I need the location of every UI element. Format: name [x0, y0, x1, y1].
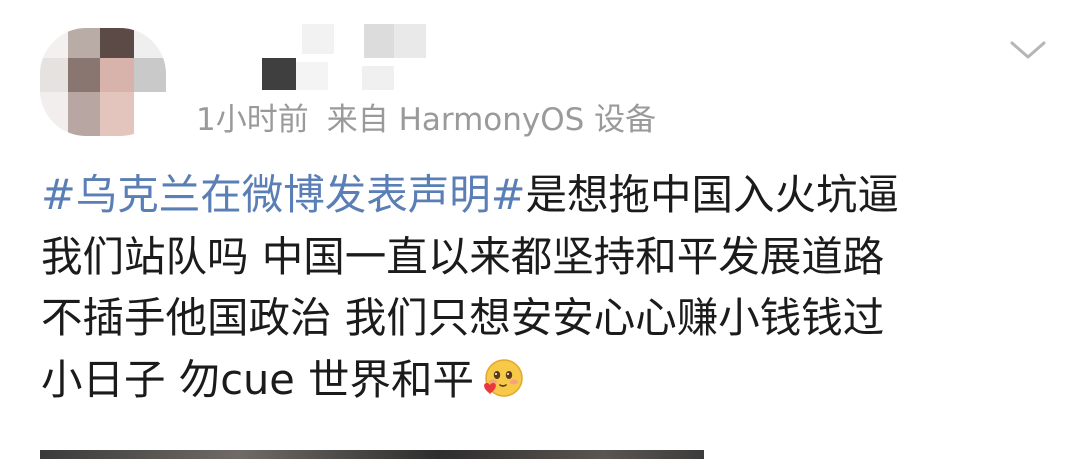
topic-link[interactable]: #乌克兰在微博发表声明# [41, 170, 526, 219]
avatar-mosaic-cell [134, 58, 166, 92]
avatar-mosaic-cell [134, 28, 166, 58]
avatar-mosaic-cell [68, 92, 100, 136]
username-mosaic-cell [394, 24, 426, 58]
username-mosaic-cell [362, 66, 394, 90]
username-mosaic-cell [262, 58, 296, 90]
chevron-down-icon[interactable] [1006, 34, 1050, 66]
avatar-mosaic-cell [100, 28, 134, 58]
post-text: #乌克兰在微博发表声明#是想拖中国入火坑逼 我们站队吗 中国一直以来都坚持和平发… [41, 164, 1051, 410]
username-mosaic-cell [296, 62, 328, 90]
post-line: 不插手他国政治 我们只想安安心心赚小钱钱过 [41, 293, 885, 342]
avatar-mosaic-cell [68, 58, 100, 92]
post-meta: 1小时前 来自 HarmonyOS 设备 [196, 100, 656, 140]
avatar[interactable] [40, 28, 166, 136]
post-line: 我们站队吗 中国一直以来都坚持和平发展道路 [41, 231, 885, 281]
avatar-mosaic-cell [40, 92, 68, 136]
avatar-mosaic-cell [100, 58, 134, 92]
post-time: 1小时前 [196, 102, 309, 138]
post-text-segment: 是想拖中国入火坑逼 [525, 170, 900, 219]
post-text-segment: 小日子 勿cue 世界和平 [41, 354, 475, 404]
avatar-mosaic-cell [68, 28, 100, 58]
post-image-preview[interactable] [40, 450, 704, 459]
post-line: #乌克兰在微博发表声明#是想拖中国入火坑逼 [41, 164, 1051, 226]
avatar-mosaic-cell [134, 92, 166, 136]
post-source: 来自 HarmonyOS 设备 [326, 102, 657, 138]
username-mosaic-cell [364, 24, 394, 58]
blushing-heart-emoji-icon [480, 355, 524, 399]
username-mosaic[interactable] [262, 24, 442, 94]
post-line: 小日子 勿cue 世界和平 [41, 349, 1051, 411]
avatar-mosaic-cell [40, 58, 68, 92]
avatar-mosaic-cell [100, 92, 134, 136]
username-mosaic-cell [302, 24, 334, 54]
